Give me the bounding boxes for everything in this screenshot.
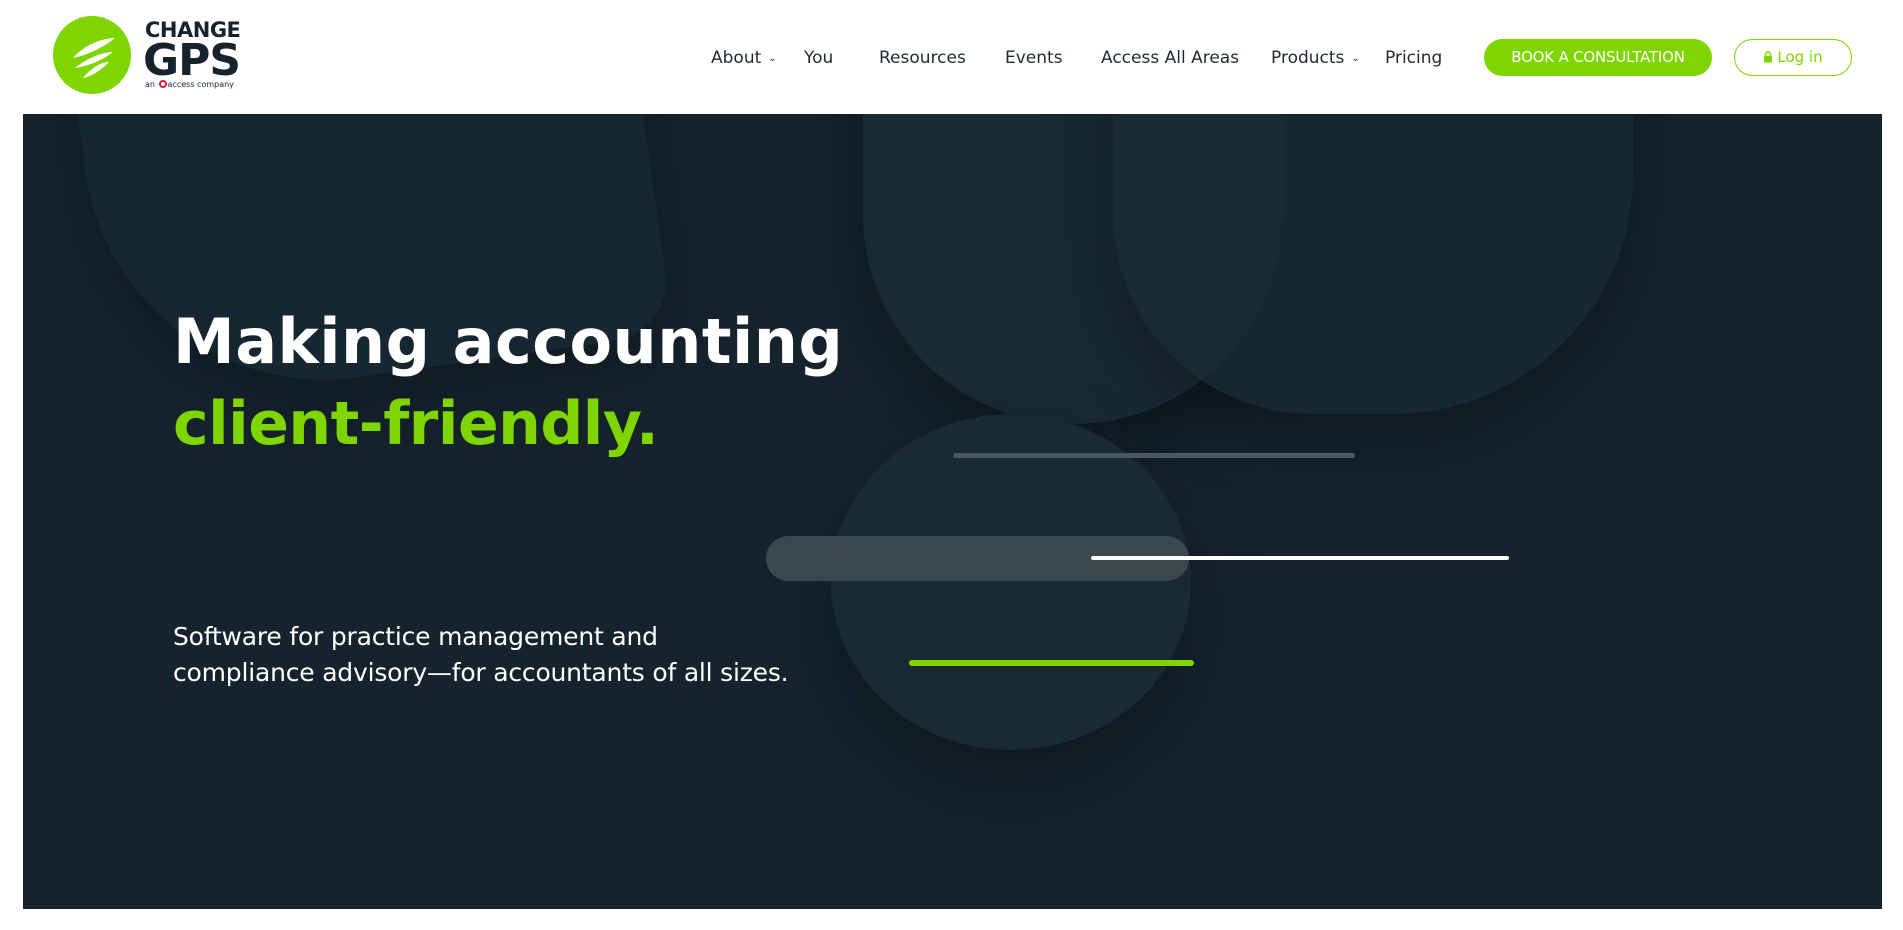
decorative-line <box>953 453 1355 458</box>
brand-logo[interactable]: CHANGE GPS an access company <box>53 16 241 96</box>
nav-item-you[interactable]: You <box>804 45 833 71</box>
nav-item-label: Access All Areas <box>1101 48 1240 68</box>
hero-section: Making accounting client-friendly. Softw… <box>23 114 1882 909</box>
lock-icon <box>1763 41 1773 75</box>
nav-item-events[interactable]: Events <box>1005 45 1063 71</box>
hero-subtext: Software for practice management and com… <box>173 619 873 691</box>
logo-wordmark-main: GPS <box>143 35 241 86</box>
login-label: Log in <box>1777 48 1823 66</box>
nav-item-label: Pricing <box>1385 48 1443 68</box>
hero-bg-circle <box>831 414 1191 750</box>
decorative-line <box>909 660 1194 666</box>
hero-subtext-line: Software for practice management and <box>173 622 658 651</box>
logo-tagline-brand: access <box>167 80 195 89</box>
nav-item-resources[interactable]: Resources <box>879 45 966 71</box>
site-header: CHANGE GPS an access company About ⌄ You … <box>0 0 1903 114</box>
hero-headline: Making accounting <box>173 305 844 378</box>
logo-tagline-suffix: company <box>197 80 234 89</box>
nav-item-pricing[interactable]: Pricing <box>1385 45 1442 71</box>
hero-bg-shape <box>1113 114 1633 414</box>
hero-headline-accent: client-friendly. <box>173 389 659 459</box>
chevron-down-icon: ⌄ <box>1351 53 1360 64</box>
nav-item-about[interactable]: About ⌄ <box>711 45 777 72</box>
logo-tagline: an access company <box>145 80 234 89</box>
nav-item-label: About <box>711 48 762 68</box>
nav-item-label: Resources <box>879 48 966 68</box>
nav-item-label: Events <box>1005 48 1063 68</box>
logo-tagline-prefix: an <box>145 80 155 89</box>
chevron-down-icon: ⌄ <box>768 53 777 64</box>
nav-item-label: Products <box>1271 48 1345 68</box>
logo-mark-icon <box>53 16 131 94</box>
book-consultation-button[interactable]: BOOK A CONSULTATION <box>1484 39 1712 76</box>
decorative-line <box>1091 556 1509 560</box>
nav-item-access-all-areas[interactable]: Access All Areas <box>1101 45 1239 71</box>
access-ring-icon <box>158 80 167 88</box>
hero-subtext-line: compliance advisory—for accountants of a… <box>173 658 789 687</box>
login-button[interactable]: Log in <box>1734 39 1852 76</box>
nav-item-label: You <box>804 48 834 68</box>
nav-item-products[interactable]: Products ⌄ <box>1271 45 1360 72</box>
